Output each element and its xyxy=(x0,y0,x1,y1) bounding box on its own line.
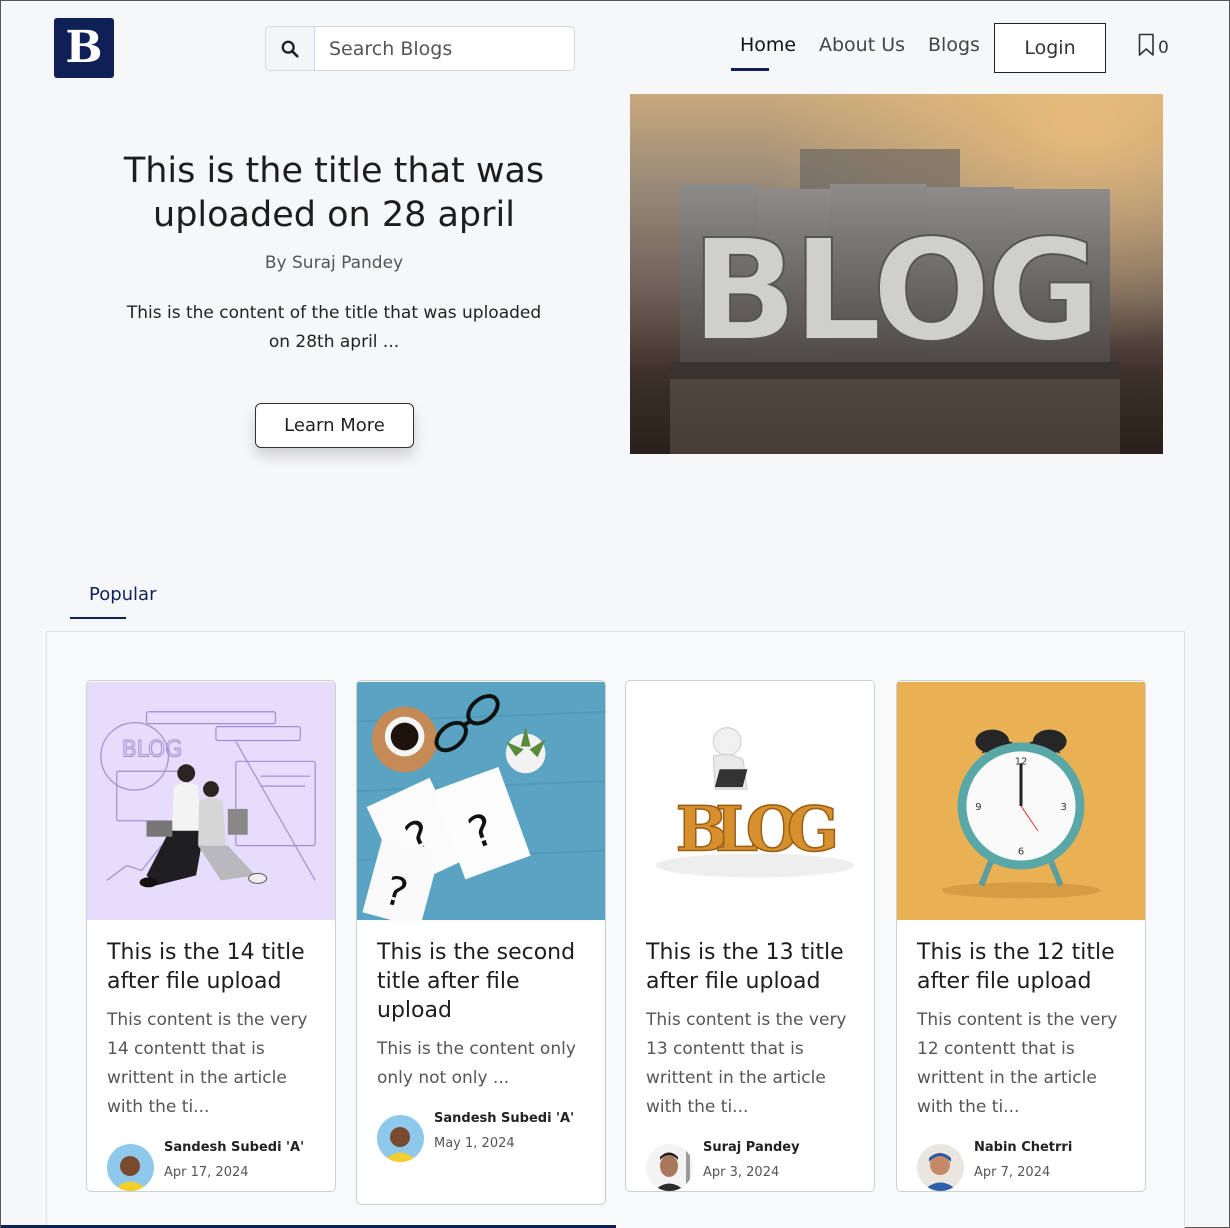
card-title[interactable]: This is the 12 title after file upload xyxy=(917,938,1125,996)
post-date: Apr 7, 2024 xyxy=(974,1165,1051,1180)
nav-blogs[interactable]: Blogs xyxy=(928,34,980,56)
blog-card[interactable]: 12 3 69 This is the 12 title after file u… xyxy=(896,680,1146,1192)
hero-excerpt: This is the content of the title that wa… xyxy=(126,303,542,352)
avatar xyxy=(377,1115,424,1162)
card-excerpt: This content is the very 13 contentt tha… xyxy=(646,1010,847,1117)
nav-active-indicator xyxy=(731,68,769,71)
hero-title[interactable]: This is the title that was uploaded on 2… xyxy=(84,149,584,237)
svg-text:3: 3 xyxy=(1060,802,1066,813)
card-thumbnail: 123 69 xyxy=(897,681,1145,921)
card-thumb-word: BLOG xyxy=(122,737,182,762)
learn-more-button[interactable]: Learn More xyxy=(255,403,414,448)
card-thumbnail: ? ? ? xyxy=(357,681,605,921)
hero-author: By Suraj Pandey xyxy=(264,253,404,273)
card-title[interactable]: This is the 14 title after file upload xyxy=(107,938,315,996)
site-logo[interactable]: B xyxy=(54,18,114,78)
bookmark-icon xyxy=(1138,33,1154,56)
author-name[interactable]: Sandesh Subedi 'A' xyxy=(434,1111,574,1126)
search-button[interactable] xyxy=(266,27,315,70)
blog-card[interactable]: BLOG This is the 13 title after file upl… xyxy=(625,680,875,1192)
card-excerpt: This content is the very 14 contentt tha… xyxy=(107,1010,308,1117)
card-author: Sandesh Subedi 'A' May 1, 2024 xyxy=(377,1109,585,1162)
card-thumb-word: BLOG xyxy=(676,793,840,866)
blog-card[interactable]: BLOG This is the 14 title after file upl… xyxy=(86,680,336,1192)
svg-text:9: 9 xyxy=(975,802,981,813)
post-date: Apr 3, 2024 xyxy=(703,1165,780,1180)
svg-text:6: 6 xyxy=(1018,847,1024,858)
nav-about-us[interactable]: About Us xyxy=(819,34,905,56)
author-name[interactable]: Sandesh Subedi 'A' xyxy=(164,1140,304,1155)
hero-text: This is the title that was uploaded on 2… xyxy=(84,149,584,357)
avatar xyxy=(107,1144,154,1191)
bookmark-count: 0 xyxy=(1158,38,1169,58)
login-button[interactable]: Login xyxy=(994,23,1106,73)
logo-letter: B xyxy=(65,22,103,73)
search-input[interactable] xyxy=(315,27,574,70)
search-bar xyxy=(265,26,575,71)
tab-active-indicator xyxy=(70,617,126,619)
card-author: Suraj Pandey Apr 3, 2024 xyxy=(646,1138,854,1191)
post-date: May 1, 2024 xyxy=(434,1136,515,1151)
card-author: Nabin Chetrri Apr 7, 2024 xyxy=(917,1138,1125,1191)
card-thumbnail: BLOG xyxy=(87,681,335,921)
card-thumbnail: BLOG xyxy=(626,681,874,921)
search-icon xyxy=(281,40,299,58)
post-date: Apr 17, 2024 xyxy=(164,1165,249,1180)
author-name[interactable]: Nabin Chetrri xyxy=(974,1140,1072,1155)
hero-image[interactable]: BLOG xyxy=(630,94,1163,454)
author-name[interactable]: Suraj Pandey xyxy=(703,1140,800,1155)
card-title[interactable]: This is the second title after file uplo… xyxy=(377,938,585,1025)
card-title[interactable]: This is the 13 title after file upload xyxy=(646,938,854,996)
card-author: Sandesh Subedi 'A' Apr 17, 2024 xyxy=(107,1138,315,1191)
card-excerpt: This content is the very 12 contentt tha… xyxy=(917,1010,1118,1117)
avatar xyxy=(646,1144,693,1191)
nav-home[interactable]: Home xyxy=(740,34,796,56)
avatar xyxy=(917,1144,964,1191)
hero-image-word: BLOG xyxy=(691,210,1101,373)
blog-card[interactable]: ? ? ? This is the second title after fil… xyxy=(356,680,606,1205)
card-excerpt: This is the content only only not only .… xyxy=(377,1039,576,1088)
tab-popular[interactable]: Popular xyxy=(89,584,157,605)
bookmark-button[interactable]: 0 xyxy=(1138,33,1169,57)
